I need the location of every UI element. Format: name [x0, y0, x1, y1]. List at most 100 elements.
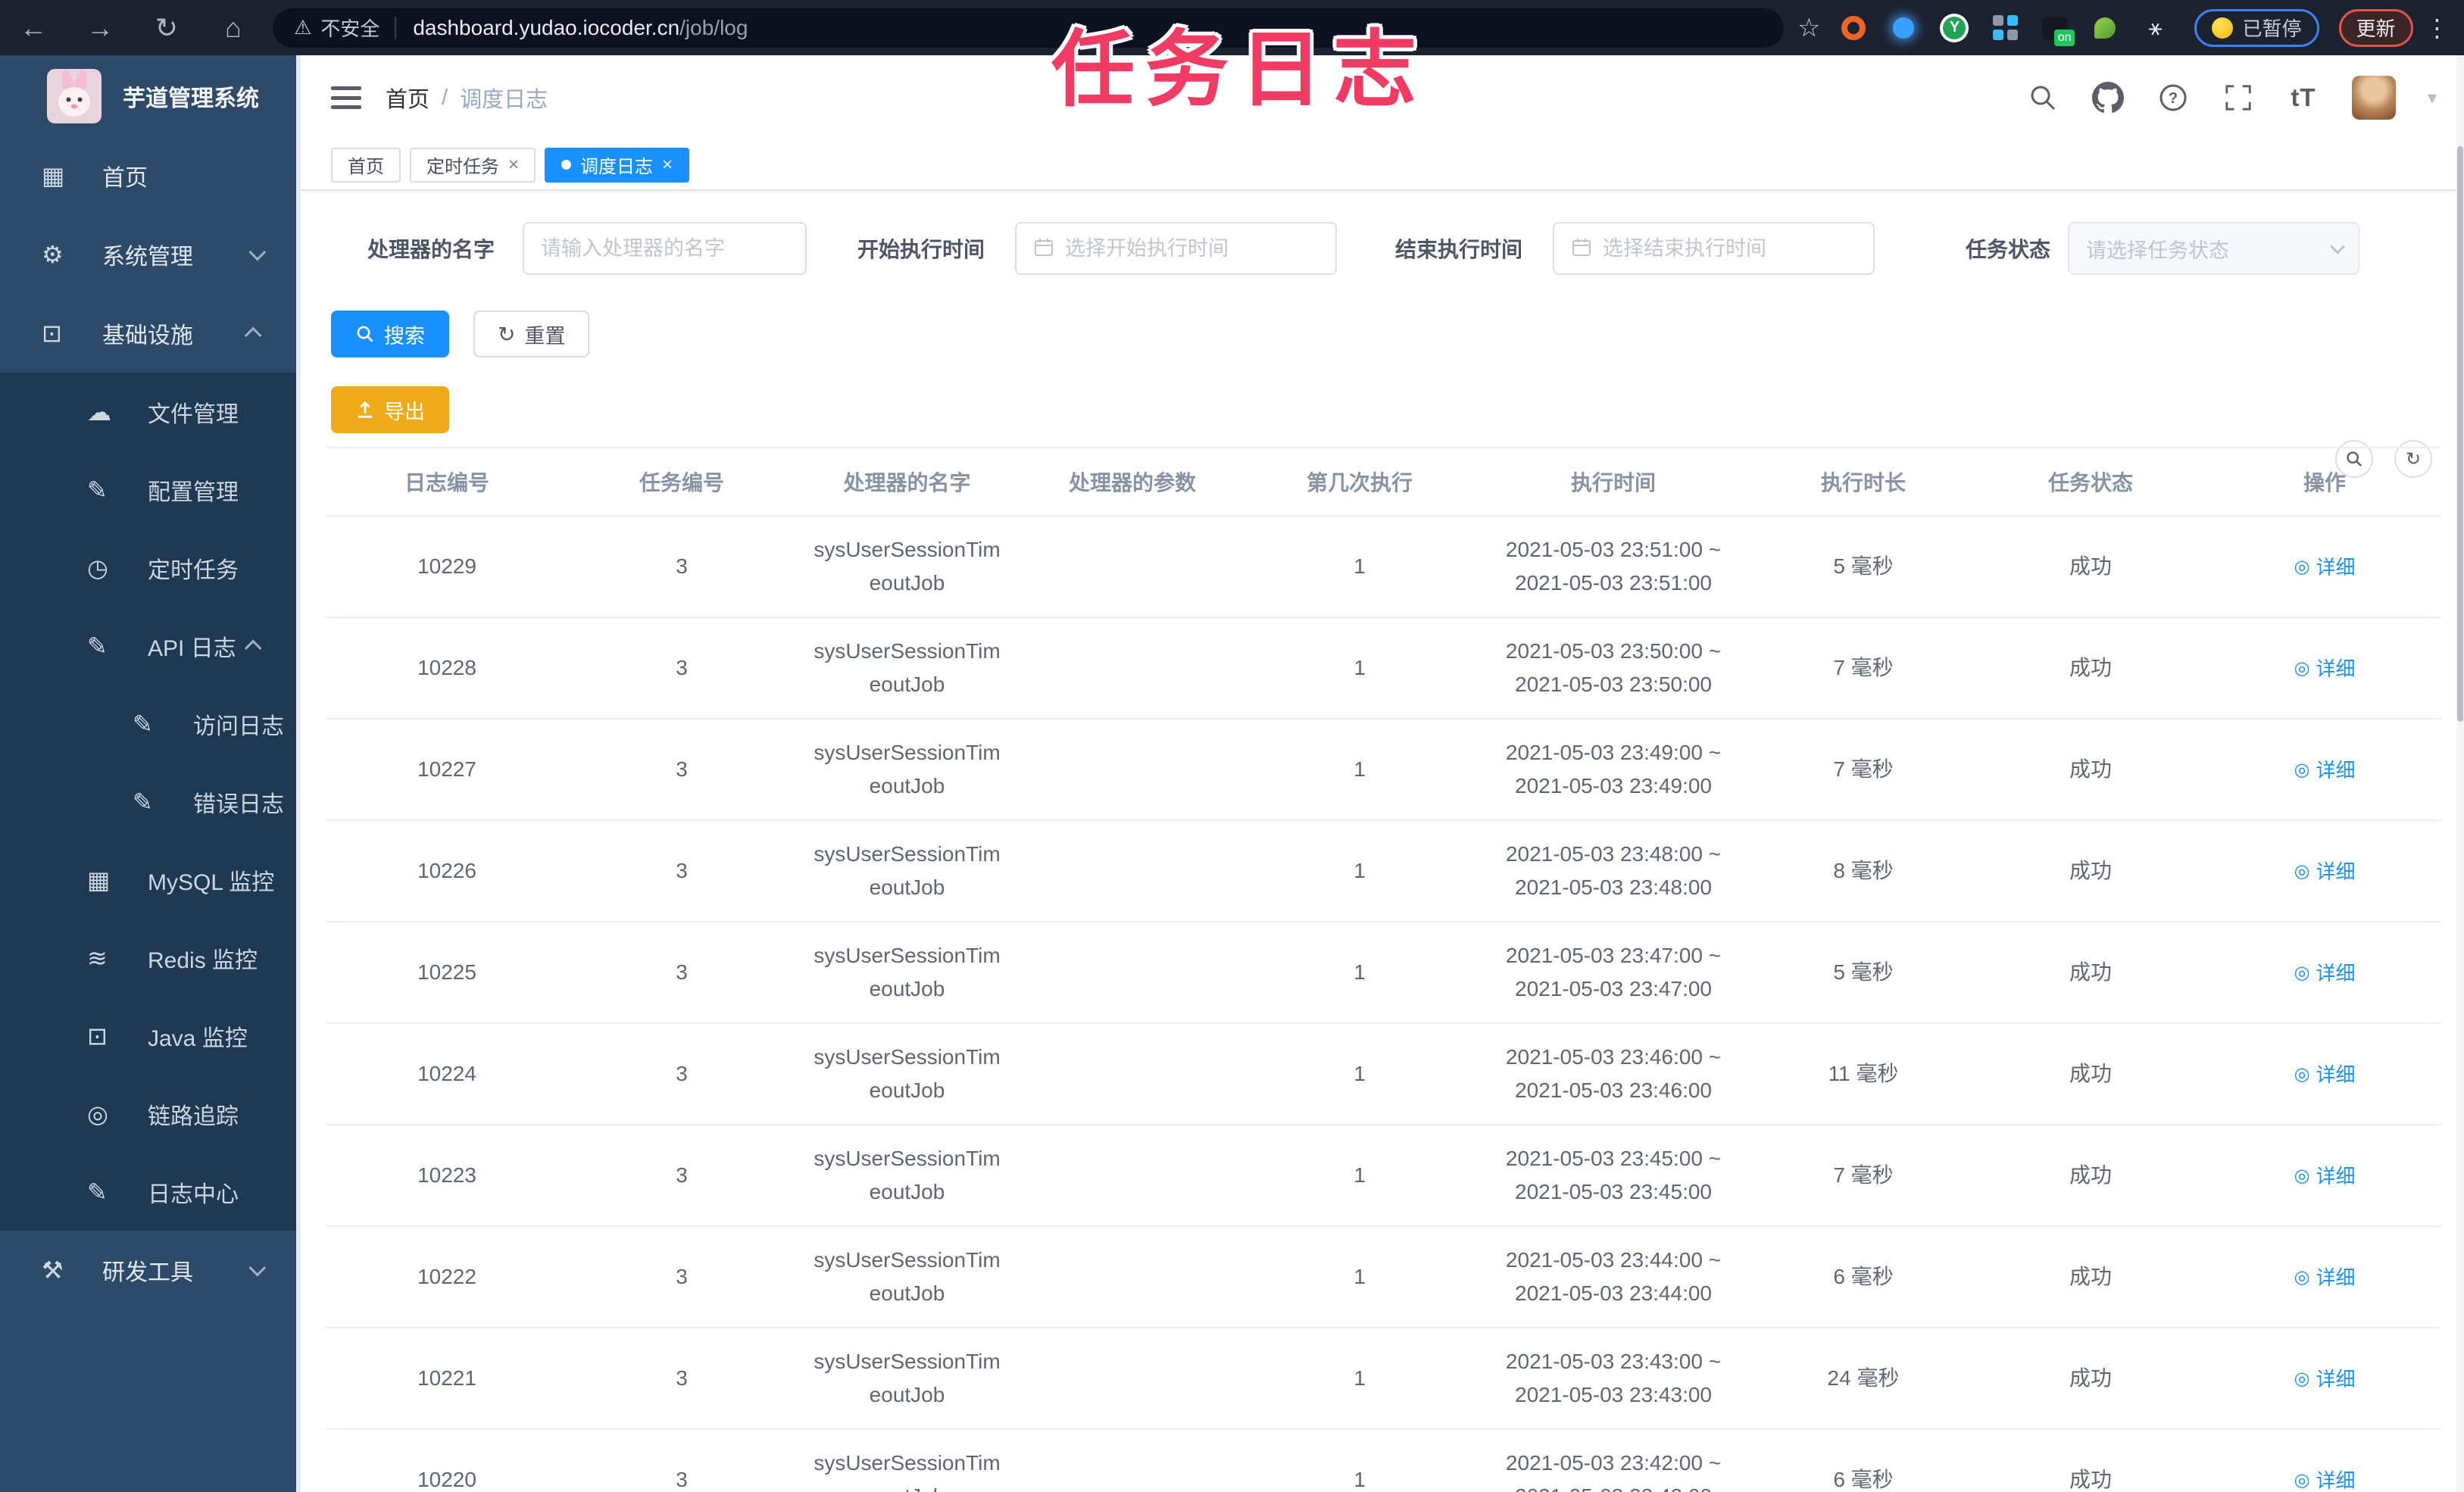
detail-link[interactable]: ◎ 详细 — [2294, 652, 2356, 685]
export-button-label: 导出 — [384, 400, 425, 423]
extensions-puzzle-icon[interactable]: ⚹ — [2141, 14, 2169, 42]
breadcrumb-home[interactable]: 首页 — [386, 82, 429, 114]
avatar-caret-icon[interactable]: ▾ — [2428, 87, 2437, 109]
page-scrollbar[interactable] — [2456, 55, 2464, 1492]
reset-button[interactable]: ↻ 重置 — [473, 311, 590, 357]
extension-on-badge-icon[interactable]: on — [2041, 14, 2075, 46]
column-header: 第几次执行 — [1306, 471, 1413, 495]
update-label: 更新 — [2356, 17, 2396, 40]
github-icon[interactable] — [2091, 81, 2125, 114]
hamburger-icon[interactable] — [331, 86, 361, 109]
handler-name-line2: eoutJob — [795, 1480, 1019, 1492]
cell-status: 成功 — [2069, 1163, 2112, 1187]
font-size-icon[interactable]: tT — [2287, 81, 2320, 114]
handler-name-line1: sysUserSessionTim — [814, 639, 1001, 663]
detail-link-label: 详细 — [2316, 860, 2356, 883]
table-body: 10229 3 sysUserSessionTim eoutJob 1 2021… — [326, 517, 2441, 1492]
paused-badge[interactable]: 已暂停 — [2194, 8, 2319, 47]
dashboard-icon: ▦ — [42, 162, 65, 189]
tag-home[interactable]: 首页 — [331, 147, 401, 183]
table-header-row: 日志编号 任务编号 处理器的名字 处理器的参数 第几次执行 执行时间 执行时长 … — [326, 447, 2441, 517]
sidebar-item-infrastructure[interactable]: ⊡ 基础设施 — [0, 294, 301, 373]
extension-orange-icon[interactable] — [1840, 14, 1867, 42]
sidebar-item-config-management[interactable]: ✎ 配置管理 — [0, 451, 301, 529]
tag-scheduled-tasks[interactable]: 定时任务 × — [410, 147, 536, 183]
sidebar-item-dev-tools[interactable]: ⚒ 研发工具 — [0, 1231, 301, 1309]
exec-time-line1: 2021-05-03 23:46:00 ~ — [1505, 1045, 1722, 1069]
start-time-input[interactable] — [1065, 236, 1319, 261]
extension-blue-icon[interactable] — [1890, 14, 1917, 42]
cell-log-id: 10221 — [417, 1366, 476, 1390]
search-icon[interactable] — [2026, 81, 2060, 114]
detail-link[interactable]: ◎ 详细 — [2294, 1362, 2356, 1396]
exec-time-line2: 2021-05-03 23:49:00 — [1515, 774, 1712, 798]
extension-green-y-icon[interactable]: Y — [1940, 13, 1969, 42]
sidebar-item-access-logs[interactable]: ✎ 访问日志 — [0, 685, 301, 763]
app-logo-row[interactable]: 芋道管理系统 — [0, 55, 301, 136]
sidebar-item-redis-monitor[interactable]: ≋ Redis 监控 — [0, 919, 301, 997]
browser-forward-icon[interactable]: → — [67, 12, 133, 44]
update-button[interactable]: 更新 — [2338, 8, 2413, 47]
job-status-select[interactable]: 请选择任务状态 — [2068, 222, 2359, 275]
table-row: 10229 3 sysUserSessionTim eoutJob 1 2021… — [326, 517, 2441, 618]
close-icon[interactable]: × — [508, 155, 519, 176]
svg-text:?: ? — [2169, 90, 2178, 107]
sidebar-item-java-monitor[interactable]: ⊡ Java 监控 — [0, 997, 301, 1075]
sidebar-item-label: 访问日志 — [193, 713, 284, 739]
search-button[interactable]: 搜索 — [331, 311, 449, 357]
handler-name-line1: sysUserSessionTim — [814, 842, 1001, 866]
handler-name-line2: eoutJob — [869, 774, 945, 798]
tag-job-log-active[interactable]: 调度日志 × — [545, 147, 690, 183]
eye-icon: ◎ — [2294, 1064, 2310, 1085]
detail-link[interactable]: ◎ 详细 — [2294, 957, 2356, 990]
calendar-icon — [1033, 236, 1054, 261]
sidebar-item-mysql-monitor[interactable]: ▦ MySQL 监控 — [0, 841, 301, 919]
extension-leaf-icon[interactable] — [2091, 14, 2119, 42]
detail-link[interactable]: ◎ 详细 — [2294, 1464, 2356, 1492]
eye-icon: ◎ — [2294, 1470, 2310, 1490]
handler-name-line2: eoutJob — [869, 673, 945, 696]
close-icon[interactable]: × — [662, 155, 673, 176]
handler-name-input[interactable] — [541, 236, 789, 261]
select-placeholder: 请选择任务状态 — [2086, 239, 2229, 262]
browser-back-icon[interactable]: ← — [0, 12, 67, 44]
sidebar-item-label: 文件管理 — [148, 401, 239, 427]
sidebar-item-system[interactable]: ⚙ 系统管理 — [0, 215, 301, 294]
sidebar-item-scheduled-tasks[interactable]: ◷ 定时任务 — [0, 529, 301, 607]
cell-log-id: 10223 — [417, 1163, 476, 1187]
detail-link[interactable]: ◎ 详细 — [2294, 551, 2356, 584]
start-time-label: 开始执行时间 — [857, 238, 985, 261]
bookmark-star-icon[interactable]: ☆ — [1797, 13, 1820, 43]
export-button[interactable]: 导出 — [331, 386, 449, 433]
browser-reload-icon[interactable]: ↻ — [133, 12, 200, 44]
cell-duration: 11 毫秒 — [1828, 1062, 1899, 1085]
emoji-face-icon — [2212, 17, 2234, 39]
cell-duration: 6 毫秒 — [1833, 1265, 1894, 1288]
browser-home-icon[interactable]: ⌂ — [200, 12, 267, 44]
cell-duration: 24 毫秒 — [1827, 1366, 1900, 1390]
sidebar-item-error-logs[interactable]: ✎ 错误日志 — [0, 763, 301, 841]
detail-link[interactable]: ◎ 详细 — [2294, 1160, 2356, 1193]
extension-grid-icon[interactable] — [1991, 14, 2019, 42]
user-avatar[interactable] — [2351, 76, 2396, 120]
browser-menu-kebab-icon[interactable]: ⋮ — [2425, 14, 2450, 42]
end-time-input[interactable] — [1603, 236, 1857, 261]
sidebar-item-trace[interactable]: ◎ 链路追踪 — [0, 1075, 301, 1153]
sidebar-item-log-center[interactable]: ✎ 日志中心 — [0, 1153, 301, 1231]
sidebar-item-file-management[interactable]: ☁ 文件管理 — [0, 373, 301, 451]
detail-link[interactable]: ◎ 详细 — [2294, 1058, 2356, 1091]
help-icon[interactable]: ? — [2156, 81, 2190, 114]
address-bar[interactable]: ⚠ 不安全 dashboard.yudao.iocoder.cn /job/lo… — [273, 8, 1784, 48]
sidebar-item-api-logs[interactable]: ✎ API 日志 — [0, 607, 301, 685]
detail-link[interactable]: ◎ 详细 — [2294, 855, 2356, 888]
cell-actions: ◎ 详细 — [2208, 955, 2441, 990]
fullscreen-icon[interactable] — [2222, 81, 2255, 114]
scrollbar-thumb[interactable] — [2457, 146, 2463, 722]
cell-job-id: 3 — [676, 1062, 688, 1085]
detail-link[interactable]: ◎ 详细 — [2294, 1261, 2356, 1294]
not-secure-warning-icon: ⚠ — [294, 16, 312, 39]
detail-link[interactable]: ◎ 详细 — [2294, 754, 2356, 787]
sidebar-item-home[interactable]: ▦ 首页 — [0, 136, 301, 215]
handler-name-line1: sysUserSessionTim — [814, 741, 1001, 764]
cell-status: 成功 — [2069, 859, 2112, 882]
